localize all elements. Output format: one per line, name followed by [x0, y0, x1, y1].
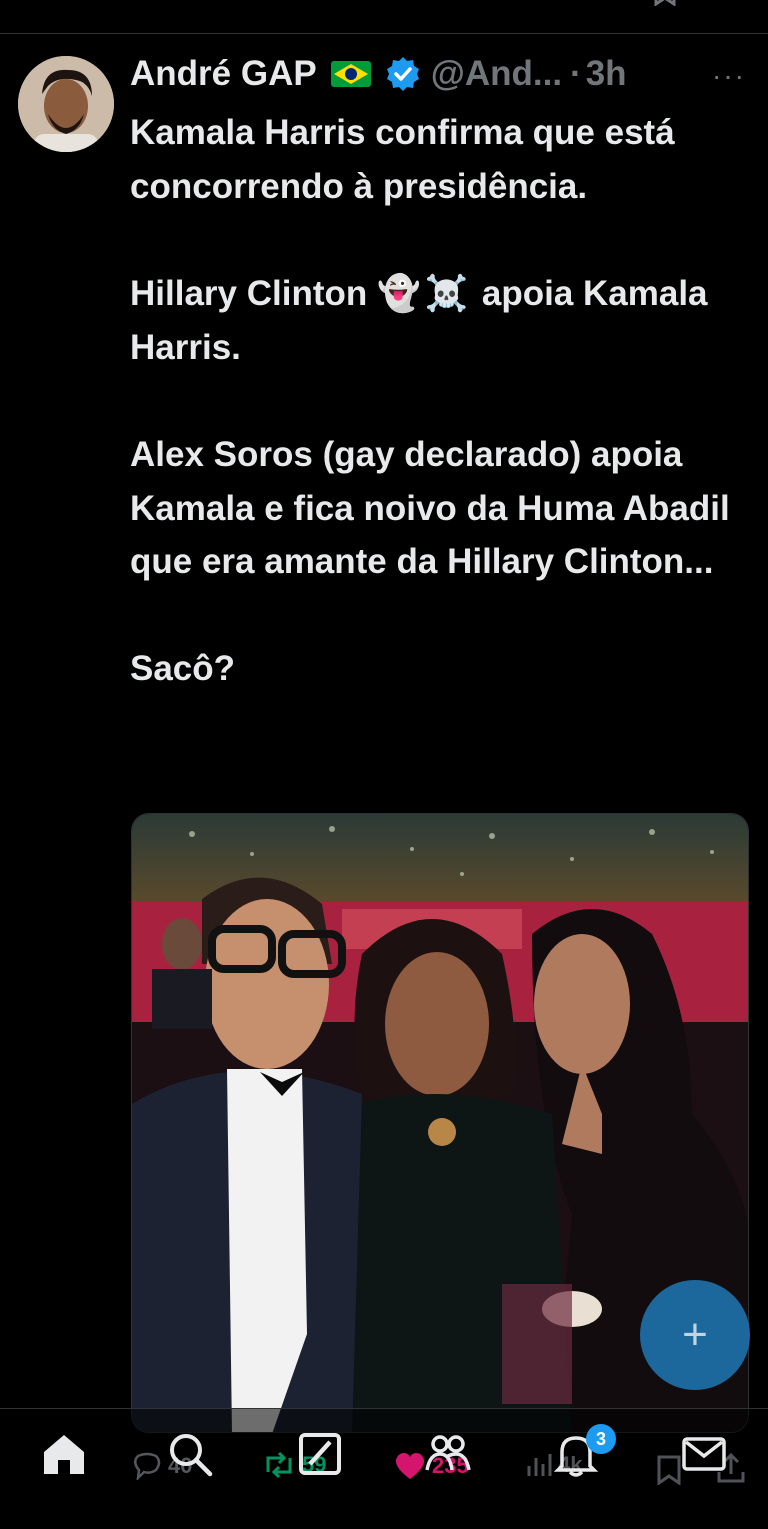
retweet-icon: [266, 1452, 292, 1478]
tweet-paragraph: Alex Soros (gay declarado) apoia Kamala …: [130, 435, 730, 581]
bottom-navigation: [0, 1408, 768, 1529]
heart-icon: [395, 1453, 425, 1479]
more-options-icon[interactable]: ···: [712, 60, 746, 92]
share-icon[interactable]: [718, 0, 748, 6]
notifications-badge: 3: [586, 1424, 616, 1454]
plus-icon: +: [682, 1310, 708, 1359]
tweet-text: Kamala Harris confirma que está concorre…: [130, 106, 740, 696]
author-name[interactable]: André GAP: [130, 54, 317, 94]
brazil-flag-icon: [330, 61, 371, 87]
avatar[interactable]: [18, 56, 114, 152]
tweet-paragraph-text: Hillary Clinton: [130, 273, 377, 313]
home-icon[interactable]: [40, 1430, 88, 1478]
search-icon[interactable]: [166, 1430, 214, 1478]
author-handle[interactable]: @And...: [431, 54, 562, 94]
grok-icon[interactable]: [296, 1430, 344, 1478]
tweet-time[interactable]: 3h: [586, 54, 627, 94]
avatar-image: [18, 56, 114, 152]
communities-icon[interactable]: [424, 1430, 472, 1478]
compose-button[interactable]: +: [640, 1280, 750, 1390]
views-icon: [527, 1454, 552, 1476]
verified-badge-icon[interactable]: [385, 56, 421, 92]
previous-tweet-actions: [0, 0, 768, 34]
reply-icon: [134, 1452, 161, 1480]
tweet-header: André GAP @And... · 3h: [130, 52, 627, 96]
tweet-paragraph: Sacô?: [130, 649, 236, 688]
ghost-skull-emoji: 👻☠️: [376, 273, 473, 314]
bookmark-icon[interactable]: [656, 1455, 682, 1485]
bookmark-icon[interactable]: [650, 0, 680, 6]
separator-dot: ·: [570, 54, 582, 93]
tweet-paragraph: Hillary Clinton 👻☠️ apoia Kamala Harris.: [130, 267, 740, 375]
tweet-paragraph: Kamala Harris confirma que está concorre…: [130, 113, 675, 206]
messages-icon[interactable]: [680, 1430, 728, 1478]
